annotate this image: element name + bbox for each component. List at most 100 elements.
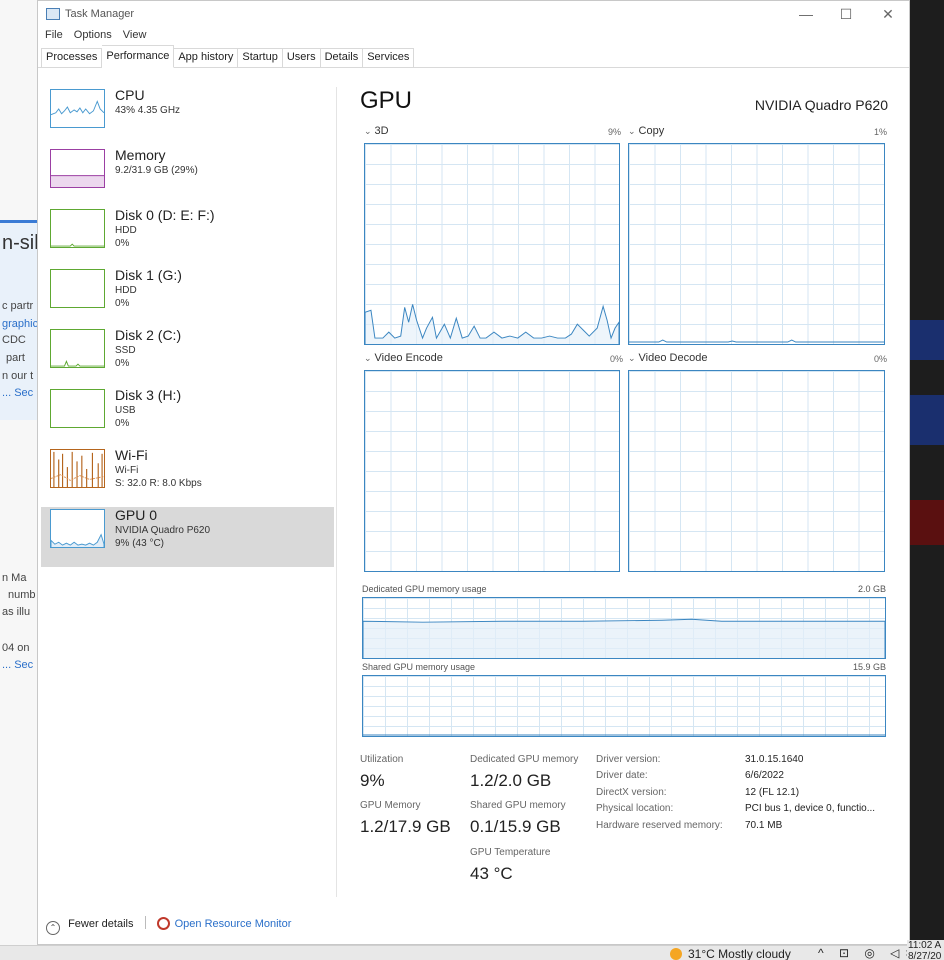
sidebar-item-disk-2[interactable]: Disk 2 (C:) SSD 0% bbox=[41, 327, 334, 387]
dedicated-memory-max: 2.0 GB bbox=[857, 584, 886, 594]
engine-selector-video-encode[interactable]: ⌄ Video Encode bbox=[364, 352, 443, 364]
sidebar-item-detail: 9% (43 °C) bbox=[115, 538, 165, 549]
background-window: n-sili c partr graphic CDC part n our t … bbox=[0, 0, 40, 945]
shared-memory-stat-value: 0.1/15.9 GB bbox=[470, 817, 561, 836]
sidebar-item-memory[interactable]: Memory 9.2/31.9 GB (29%) bbox=[41, 147, 334, 207]
resource-monitor-icon[interactable] bbox=[156, 917, 170, 930]
performance-sidebar: CPU 43% 4.35 GHz Memory 9.2/31.9 GB (29%… bbox=[41, 87, 334, 567]
property-key: DirectX version: bbox=[596, 787, 667, 798]
fewer-details-button[interactable]: Fewer details bbox=[68, 918, 133, 930]
engine-percent: 0% bbox=[874, 354, 888, 364]
close-button[interactable]: ✕ bbox=[866, 3, 910, 25]
wifi-thumbnail bbox=[50, 449, 105, 488]
weather-icon bbox=[670, 948, 682, 960]
sidebar-item-label: GPU 0 bbox=[115, 507, 158, 523]
sidebar-item-disk-0[interactable]: Disk 0 (D: E: F:) HDD 0% bbox=[41, 207, 334, 267]
sidebar-item-wifi[interactable]: Wi-Fi Wi-Fi S: 32.0 R: 8.0 Kbps bbox=[41, 447, 334, 507]
tab-performance[interactable]: Performance bbox=[102, 45, 175, 68]
dedicated-memory-stat-label: Dedicated GPU memory bbox=[470, 754, 579, 765]
sidebar-item-detail: 0% bbox=[115, 238, 130, 249]
engine-percent: 1% bbox=[874, 127, 888, 137]
engine-graph-video-decode bbox=[628, 370, 885, 572]
sidebar-item-label: Disk 3 (H:) bbox=[115, 387, 182, 403]
engine-label: 3D bbox=[374, 125, 389, 137]
chevron-down-icon: ⌄ bbox=[628, 126, 636, 136]
sidebar-item-disk-3[interactable]: Disk 3 (H:) USB 0% bbox=[41, 387, 334, 447]
background-window-right bbox=[910, 0, 944, 945]
gpu-memory-label: GPU Memory bbox=[360, 800, 421, 811]
engine-selector-3d[interactable]: ⌄ 3D bbox=[364, 125, 389, 137]
dedicated-memory-graph bbox=[362, 597, 886, 659]
background-text: 04 on bbox=[2, 642, 30, 654]
engine-selector-video-decode[interactable]: ⌄ Video Decode bbox=[628, 352, 707, 364]
sidebar-item-detail: NVIDIA Quadro P620 bbox=[115, 525, 211, 536]
background-stripe bbox=[910, 500, 944, 545]
maximize-button[interactable]: ☐ bbox=[824, 3, 868, 25]
gpu-temperature-value: 43 °C bbox=[470, 864, 513, 883]
sidebar-item-detail: 0% bbox=[115, 358, 130, 369]
property-key: Hardware reserved memory: bbox=[596, 820, 723, 831]
background-text: ... Sec bbox=[2, 387, 34, 399]
system-tray[interactable]: ^ ⊡ ◎ ◁× bbox=[818, 946, 918, 960]
engine-percent: 9% bbox=[608, 127, 622, 137]
sidebar-item-label: Disk 1 (G:) bbox=[115, 267, 182, 283]
minimize-button[interactable]: — bbox=[784, 3, 828, 25]
task-manager-window: Task Manager — ☐ ✕ File Options View Pro… bbox=[37, 0, 910, 945]
divider bbox=[144, 916, 146, 929]
background-text: n our t bbox=[2, 370, 34, 382]
property-key: Driver date: bbox=[596, 770, 648, 781]
sidebar-item-detail: HDD bbox=[115, 285, 137, 296]
disk-thumbnail bbox=[50, 329, 105, 368]
driver-version-value: 31.0.15.1640 bbox=[745, 754, 804, 765]
gpu-model-name: NVIDIA Quadro P620 bbox=[754, 97, 888, 113]
chevron-down-icon: ⌄ bbox=[364, 126, 372, 136]
title-bar[interactable]: Task Manager — ☐ ✕ bbox=[38, 1, 909, 27]
footer-bar: ⌃ Fewer details Open Resource Monitor bbox=[46, 916, 292, 935]
clock-date: 8/27/20 bbox=[908, 951, 942, 960]
property-key: Driver version: bbox=[596, 754, 661, 765]
sidebar-item-cpu[interactable]: CPU 43% 4.35 GHz bbox=[41, 87, 334, 147]
sidebar-item-label: CPU bbox=[115, 87, 145, 103]
physical-location-value: PCI bus 1, device 0, functio... bbox=[745, 803, 876, 814]
shared-memory-stat-label: Shared GPU memory bbox=[470, 800, 566, 811]
background-text: ... Sec bbox=[2, 659, 34, 671]
sidebar-item-disk-1[interactable]: Disk 1 (G:) HDD 0% bbox=[41, 267, 334, 327]
driver-date-value: 6/6/2022 bbox=[745, 770, 784, 781]
tab-app-history[interactable]: App history bbox=[174, 48, 239, 68]
sidebar-item-gpu-0[interactable]: GPU 0 NVIDIA Quadro P620 9% (43 °C) bbox=[41, 507, 334, 567]
sidebar-item-detail: 0% bbox=[115, 298, 130, 309]
task-manager-icon bbox=[46, 8, 60, 20]
shared-memory-max: 15.9 GB bbox=[852, 662, 886, 672]
tab-startup[interactable]: Startup bbox=[238, 48, 283, 68]
background-stripe bbox=[910, 395, 944, 445]
chevron-up-icon[interactable]: ⌃ bbox=[46, 921, 60, 935]
open-resource-monitor-link[interactable]: Open Resource Monitor bbox=[175, 918, 292, 930]
sidebar-divider bbox=[336, 87, 337, 897]
background-text: n Ma bbox=[2, 572, 27, 584]
sidebar-item-detail: 43% 4.35 GHz bbox=[115, 105, 181, 116]
shared-memory-graph bbox=[362, 675, 886, 737]
engine-label: Video Encode bbox=[374, 352, 443, 364]
background-stripe bbox=[910, 320, 944, 360]
sidebar-item-detail: Wi-Fi bbox=[115, 465, 139, 476]
background-text: n-sili bbox=[2, 232, 40, 254]
gpu-thumbnail bbox=[50, 509, 105, 548]
background-text: CDC bbox=[2, 334, 26, 346]
menu-options[interactable]: Options bbox=[74, 27, 112, 43]
taskbar-clock[interactable]: 11:02 A 8/27/20 bbox=[907, 940, 944, 960]
menu-view[interactable]: View bbox=[123, 27, 147, 43]
utilization-value: 9% bbox=[360, 771, 385, 790]
sidebar-item-detail: SSD bbox=[115, 345, 136, 356]
clock-time: 11:02 A bbox=[908, 940, 942, 951]
shared-memory-label: Shared GPU memory usage bbox=[362, 662, 476, 672]
tab-processes[interactable]: Processes bbox=[41, 48, 103, 68]
weather-widget[interactable]: 31°C Mostly cloudy bbox=[670, 947, 791, 960]
tab-details[interactable]: Details bbox=[320, 48, 364, 68]
sidebar-item-detail: USB bbox=[115, 405, 136, 416]
directx-version-value: 12 (FL 12.1) bbox=[745, 787, 800, 798]
tab-users[interactable]: Users bbox=[282, 48, 321, 68]
menu-file[interactable]: File bbox=[45, 27, 63, 43]
tab-services[interactable]: Services bbox=[363, 48, 415, 68]
engine-selector-copy[interactable]: ⌄ Copy bbox=[628, 125, 664, 137]
sidebar-item-label: Disk 0 (D: E: F:) bbox=[115, 207, 215, 223]
